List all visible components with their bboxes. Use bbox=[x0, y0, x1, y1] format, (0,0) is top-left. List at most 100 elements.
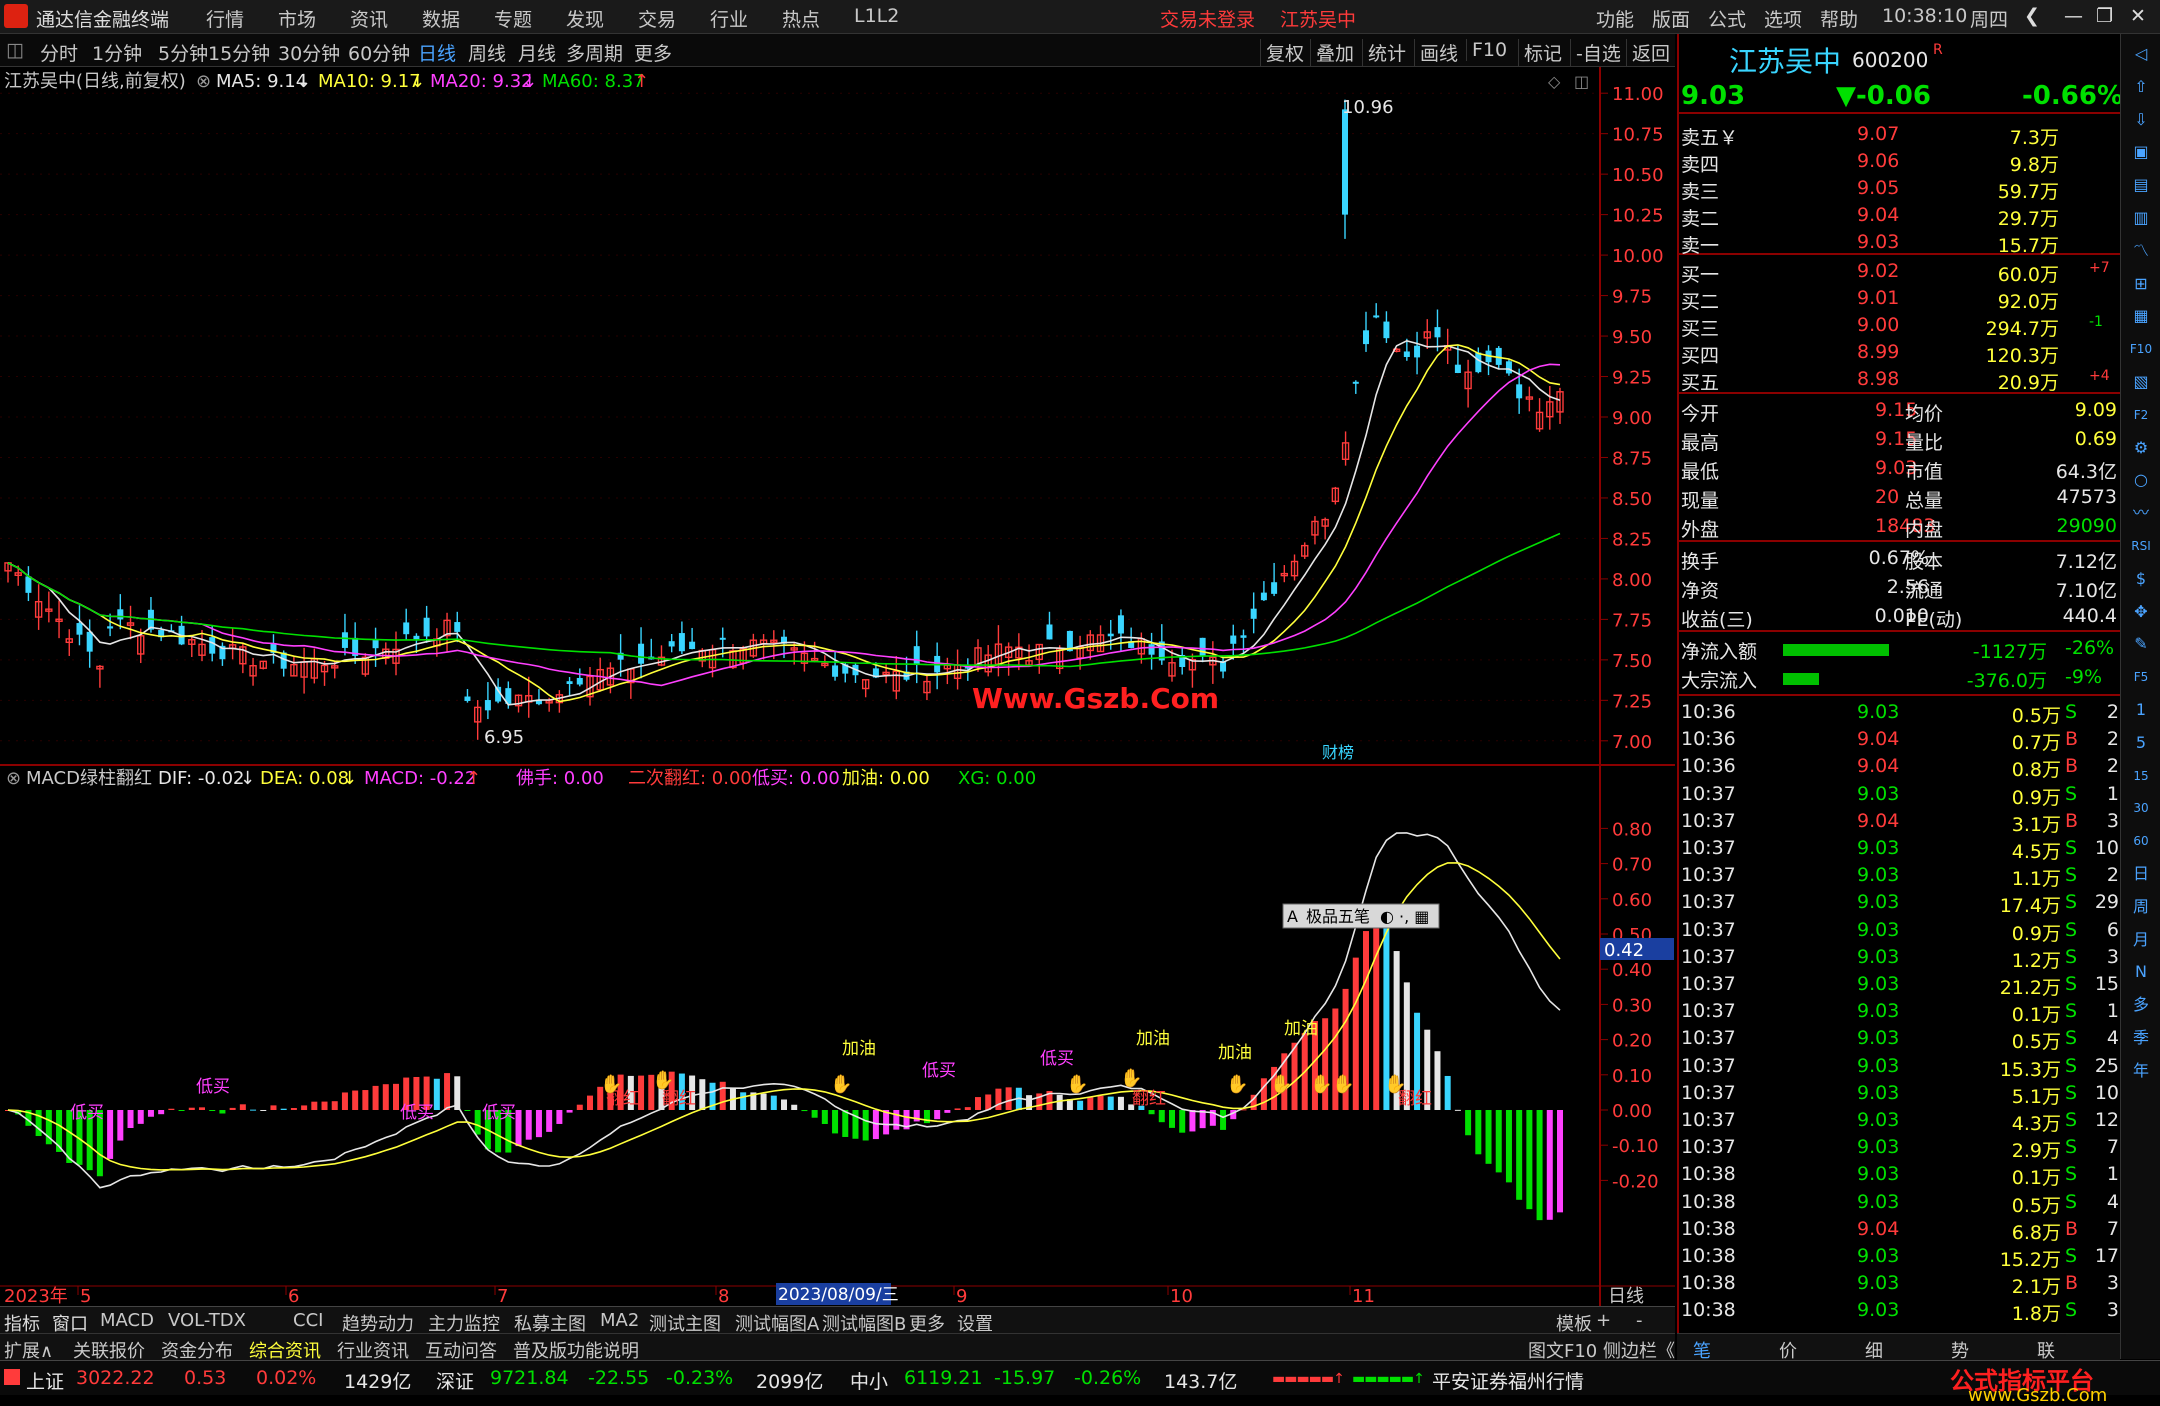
tick-volume: 0.8万 bbox=[2011, 759, 2061, 782]
period-1min[interactable]: 1分钟 bbox=[92, 39, 142, 66]
period-more[interactable]: 更多 bbox=[634, 39, 672, 66]
legend-toggle-icon[interactable]: ⊗ bbox=[196, 71, 211, 92]
login-status[interactable]: 交易未登录 bbox=[1160, 5, 1255, 32]
kline-chart[interactable]: 低买低买低买 低买翻红 翻红低买低买翻红 翻红加油 加油加油加油✋ ✋ ✋ ✋ ✋ ✋ ✋ ✋ ✋ ✋ 江… bbox=[0, 67, 1675, 1307]
menu-l1l2[interactable]: L1L2 bbox=[854, 5, 899, 27]
sh-name[interactable]: 上证 bbox=[26, 1367, 64, 1394]
side-icon[interactable]: ▦ bbox=[2127, 302, 2155, 330]
ime-moon-icon[interactable]: ◐ ·, ▦ bbox=[1380, 907, 1429, 926]
menu-hq[interactable]: 行情 bbox=[206, 5, 244, 32]
menu-news[interactable]: 资讯 bbox=[350, 5, 388, 32]
side-icon[interactable]: 月 bbox=[2127, 926, 2155, 954]
side-icon[interactable]: ⊞ bbox=[2127, 270, 2155, 298]
side-icon[interactable]: F10 bbox=[2127, 335, 2155, 363]
menu-industry[interactable]: 行业 bbox=[710, 5, 748, 32]
overlay-button[interactable]: 叠加 bbox=[1310, 39, 1359, 66]
side-icon[interactable]: N bbox=[2127, 958, 2155, 986]
menu-function[interactable]: 功能 bbox=[1596, 5, 1634, 32]
watchlist-button[interactable]: -自选 bbox=[1570, 39, 1626, 66]
side-icon[interactable]: RSI bbox=[2127, 532, 2155, 560]
tab-right[interactable]: - bbox=[1636, 1310, 1643, 1331]
back-icon[interactable]: ❮ bbox=[2024, 5, 2040, 27]
side-icon[interactable]: 30 bbox=[2127, 794, 2155, 822]
side-icon[interactable]: 〰 bbox=[2127, 499, 2155, 527]
tick-side: S bbox=[2065, 1163, 2078, 1186]
return-button[interactable]: 返回 bbox=[1626, 39, 1675, 66]
side-icon[interactable]: 季 bbox=[2127, 1024, 2155, 1052]
side-icon[interactable]: ⚙ bbox=[2127, 434, 2155, 462]
side-icon[interactable]: 15 bbox=[2127, 762, 2155, 790]
draw-button[interactable]: 画线 bbox=[1414, 39, 1463, 66]
side-icon[interactable]: F5 bbox=[2127, 663, 2155, 691]
stats-button[interactable]: 统计 bbox=[1362, 39, 1411, 66]
minimize-icon[interactable]: — bbox=[2064, 5, 2083, 27]
close-icon[interactable]: ✕ bbox=[2130, 5, 2146, 27]
side-icon[interactable]: 〽 bbox=[2127, 237, 2155, 265]
side-icon[interactable]: 日 bbox=[2127, 860, 2155, 888]
tick-side: S bbox=[2065, 701, 2078, 723]
side-icon[interactable]: F2 bbox=[2127, 401, 2155, 429]
tick-price: 9.03 bbox=[1857, 701, 1900, 723]
stat-label: 流通 bbox=[1905, 580, 1944, 602]
toggle-icon[interactable]: ◫ bbox=[6, 39, 24, 61]
period-30min[interactable]: 30分钟 bbox=[278, 39, 340, 66]
side-icon[interactable]: ⇧ bbox=[2127, 73, 2155, 101]
side-icon[interactable]: ⇩ bbox=[2127, 106, 2155, 134]
indicator-tab[interactable]: MA2 bbox=[600, 1310, 639, 1331]
menu-data[interactable]: 数据 bbox=[422, 5, 460, 32]
restore-icon[interactable]: ❐ bbox=[2096, 5, 2113, 27]
period-15min[interactable]: 15分钟 bbox=[208, 39, 270, 66]
ime-label[interactable]: 极品五笔 bbox=[1306, 907, 1370, 926]
sz-value: 9721.84 bbox=[490, 1367, 569, 1389]
diamond-icon[interactable]: ◇ bbox=[1548, 72, 1561, 91]
menu-market[interactable]: 市场 bbox=[278, 5, 316, 32]
f10-button[interactable]: F10 bbox=[1466, 39, 1512, 61]
menu-topic[interactable]: 专题 bbox=[494, 5, 532, 32]
side-icon[interactable]: 1 bbox=[2127, 696, 2155, 724]
zx-amount: 143.7亿 bbox=[1164, 1371, 1238, 1393]
mark-button[interactable]: 标记 bbox=[1518, 39, 1567, 66]
side-icon[interactable]: ✥ bbox=[2127, 598, 2155, 626]
tick-list[interactable]: 10:36 9.03 0.5万 S 2 10:36 9.04 0.7万 B 2 10:36 9.04 0… bbox=[1679, 698, 2122, 1330]
indicator-tab[interactable]: MACD bbox=[100, 1310, 154, 1331]
side-icon[interactable]: 年 bbox=[2127, 1057, 2155, 1085]
adjust-button[interactable]: 复权 bbox=[1260, 39, 1309, 66]
period-5min[interactable]: 5分钟 bbox=[158, 39, 208, 66]
tick-count: 3 bbox=[2106, 1299, 2119, 1322]
ime-icon[interactable]: A bbox=[1287, 907, 1298, 926]
side-icon[interactable]: 5 bbox=[2127, 729, 2155, 757]
side-icon[interactable]: ▧ bbox=[2127, 368, 2155, 396]
side-icon[interactable]: $ bbox=[2127, 565, 2155, 593]
menu-discover[interactable]: 发现 bbox=[566, 5, 604, 32]
indicator-tab[interactable]: CCI bbox=[293, 1310, 323, 1331]
period-fenshi[interactable]: 分时 bbox=[40, 39, 78, 66]
tab-right[interactable]: + bbox=[1596, 1310, 1611, 1331]
sub-toggle-icon[interactable]: ⊗ bbox=[6, 768, 21, 789]
stat-label: 换手 bbox=[1681, 551, 1720, 573]
menu-hot[interactable]: 热点 bbox=[782, 5, 820, 32]
side-icon[interactable]: 60 bbox=[2127, 827, 2155, 855]
menu-formula[interactable]: 公式 bbox=[1708, 5, 1746, 32]
side-icon[interactable]: ▣ bbox=[2127, 138, 2155, 166]
period-monthly[interactable]: 月线 bbox=[518, 39, 556, 66]
period-multi[interactable]: 多周期 bbox=[566, 39, 623, 66]
sz-name[interactable]: 深证 bbox=[436, 1367, 474, 1394]
side-icon[interactable]: ▥ bbox=[2127, 204, 2155, 232]
menu-layout[interactable]: 版面 bbox=[1652, 5, 1690, 32]
side-icon[interactable]: ✎ bbox=[2127, 630, 2155, 658]
side-icon[interactable]: ○ bbox=[2127, 466, 2155, 494]
menu-help[interactable]: 帮助 bbox=[1820, 5, 1858, 32]
stat-value: 7.12亿 bbox=[2055, 551, 2117, 573]
side-icon[interactable]: 多 bbox=[2127, 991, 2155, 1019]
indicator-tab[interactable]: VOL-TDX bbox=[168, 1310, 246, 1331]
menu-options[interactable]: 选项 bbox=[1764, 5, 1802, 32]
panel-icon[interactable]: ◫ bbox=[1574, 72, 1589, 91]
side-icon[interactable]: ▤ bbox=[2127, 171, 2155, 199]
menu-trade[interactable]: 交易 bbox=[638, 5, 676, 32]
side-icon[interactable]: ◁ bbox=[2127, 40, 2155, 68]
side-icon[interactable]: 周 bbox=[2127, 893, 2155, 921]
period-daily[interactable]: 日线 bbox=[418, 39, 456, 66]
period-weekly[interactable]: 周线 bbox=[468, 39, 506, 66]
period-60min[interactable]: 60分钟 bbox=[348, 39, 410, 66]
zx-name[interactable]: 中小 bbox=[850, 1367, 888, 1394]
